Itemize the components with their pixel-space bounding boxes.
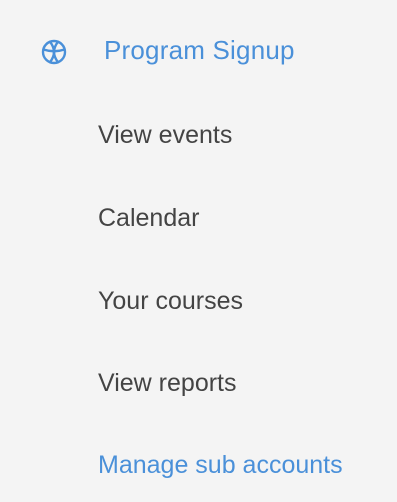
section-title: Program Signup: [104, 35, 295, 65]
section-program-signup[interactable]: Program Signup: [0, 22, 397, 78]
sidebar-panel: Program Signup View events Calendar Your…: [0, 0, 397, 502]
basketball-icon: [41, 39, 67, 65]
nav-item-your-courses[interactable]: Your courses: [98, 286, 243, 316]
nav-item-manage-sub-accounts[interactable]: Manage sub accounts: [98, 450, 343, 480]
nav-item-view-events[interactable]: View events: [98, 120, 232, 150]
nav-item-calendar[interactable]: Calendar: [98, 203, 199, 233]
nav-item-view-reports[interactable]: View reports: [98, 368, 237, 398]
